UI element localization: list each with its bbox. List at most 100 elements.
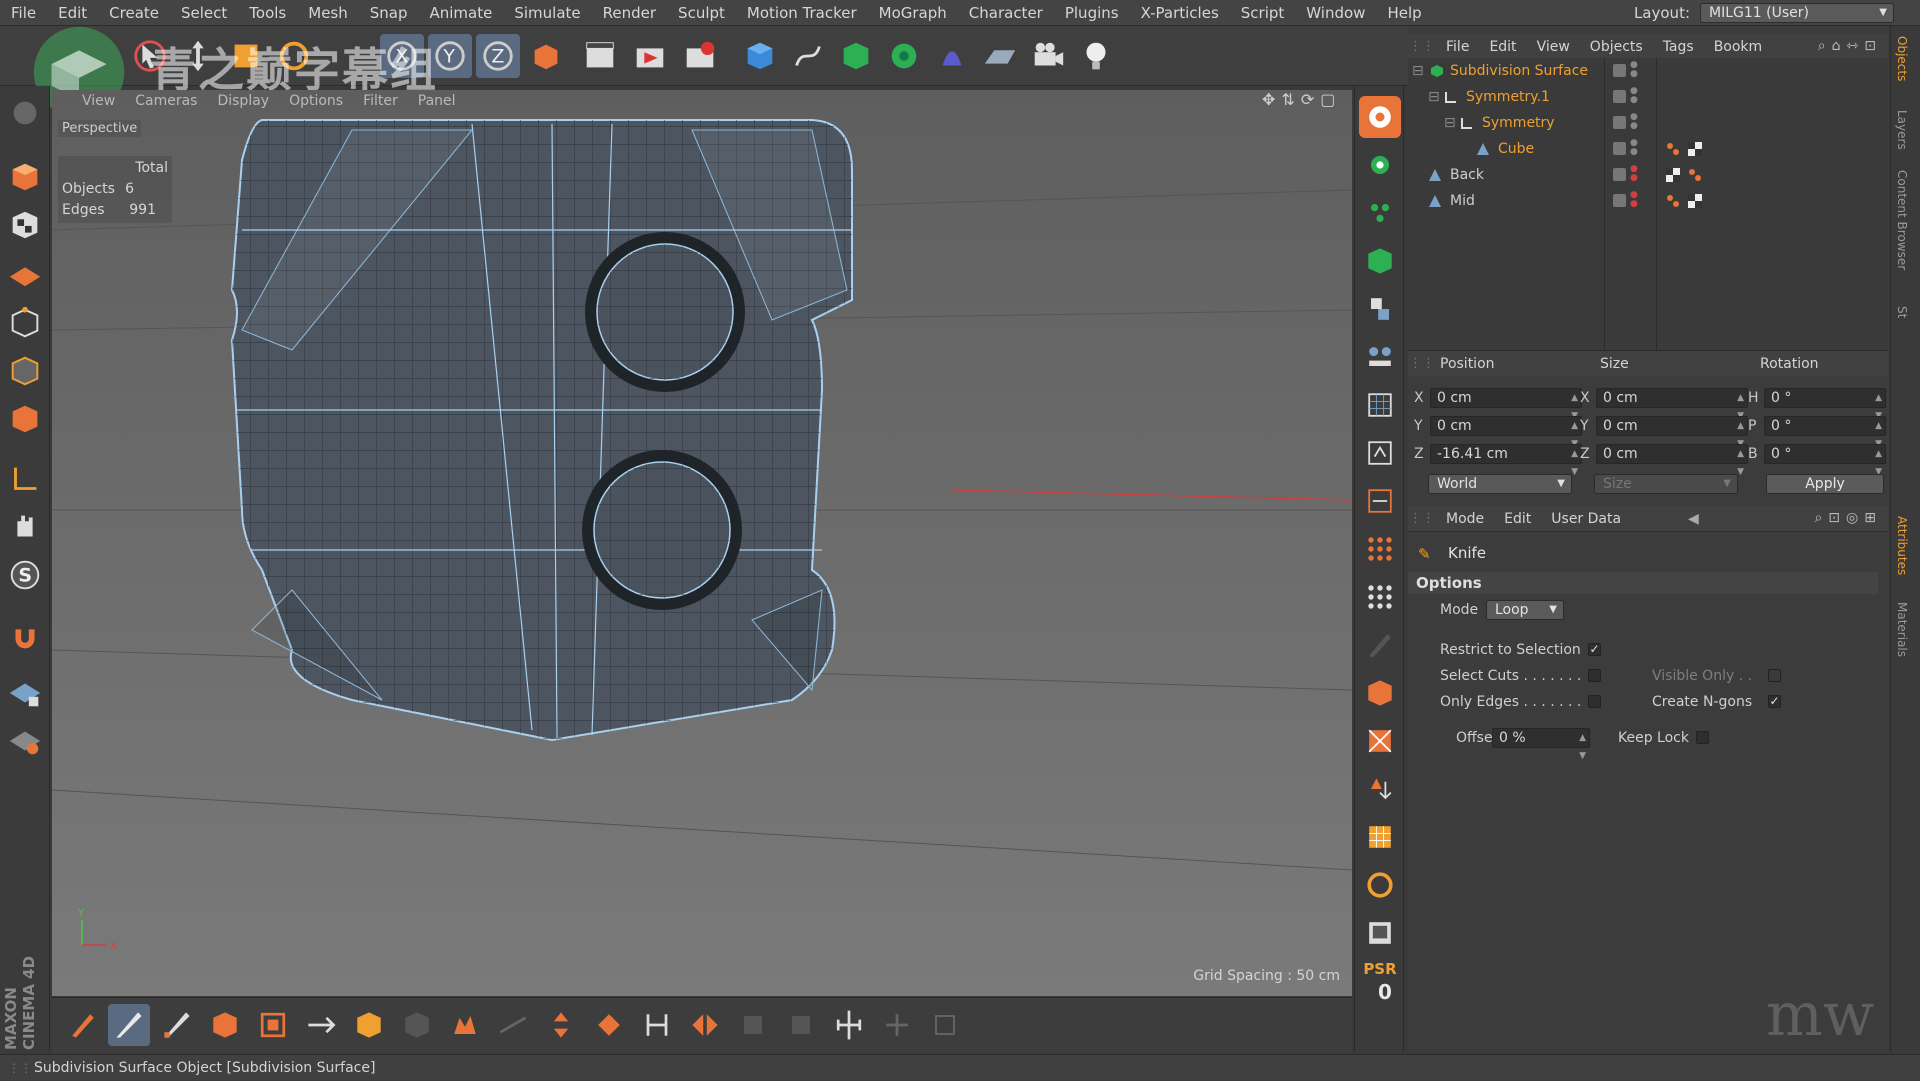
align-normals-button[interactable] (732, 1004, 774, 1046)
viewport-menu-filter[interactable]: Filter (363, 93, 398, 109)
tab-attributes[interactable]: Attributes (1895, 516, 1909, 575)
texture-tag-icon[interactable] (1688, 142, 1702, 156)
attributes-tool-icons[interactable]: ⌕⊡◎⊞ (1814, 510, 1882, 526)
recycle-button[interactable] (1359, 864, 1401, 906)
viewport-menu-panel[interactable]: Panel (418, 93, 456, 109)
object-row-subdivision-surface[interactable]: ⊟ Subdivision Surface ● ● (1408, 58, 1888, 84)
menu-tools[interactable]: Tools (238, 0, 297, 26)
z-axis-lock-button[interactable]: Z (476, 34, 520, 78)
render-visibility-dots[interactable]: ● ● (1630, 139, 1638, 157)
menu-create[interactable]: Create (98, 0, 170, 26)
knife-tool-button[interactable] (108, 1004, 150, 1046)
weld-button[interactable] (540, 1004, 582, 1046)
menu-script[interactable]: Script (1230, 0, 1296, 26)
render-visibility-dots[interactable]: ● ● (1630, 165, 1638, 183)
viewport-menu-cameras[interactable]: Cameras (135, 93, 197, 109)
subdivide-button[interactable] (924, 1004, 966, 1046)
apply-button[interactable]: Apply (1766, 474, 1884, 494)
options-section-header[interactable]: Options (1408, 572, 1878, 594)
menu-motion-tracker[interactable]: Motion Tracker (736, 0, 868, 26)
viewport-menu-display[interactable]: Display (217, 93, 269, 109)
object-row-cube[interactable]: Cube ● ● (1408, 136, 1888, 162)
light-button[interactable] (1074, 34, 1118, 78)
object-row-mid[interactable]: Mid ● ● (1408, 188, 1888, 214)
render-visibility-dots[interactable]: ● ● (1630, 61, 1638, 79)
menu-x-particles[interactable]: X-Particles (1130, 0, 1230, 26)
render-view-button[interactable] (578, 34, 622, 78)
make-editable-button[interactable] (4, 156, 46, 198)
tweak-mode-button[interactable] (4, 506, 46, 548)
knife-mode-select[interactable]: Loop ▼ (1486, 600, 1564, 620)
deformer-button[interactable] (930, 34, 974, 78)
points-mode-button[interactable] (4, 302, 46, 344)
back-arrow-icon[interactable]: ◀ (1688, 511, 1699, 527)
workplane-button[interactable] (4, 252, 46, 294)
size-z-field[interactable]: 0 cm ▲ ▼ (1596, 444, 1748, 477)
polygon-pen-button[interactable] (62, 1004, 104, 1046)
attributes-menu-edit[interactable]: Edit (1494, 511, 1541, 527)
position-x-field[interactable]: 0 cm▲▼ (1430, 388, 1582, 421)
attributes-menu-user-data[interactable]: User Data (1541, 511, 1631, 527)
triangulate-button[interactable] (1359, 768, 1401, 810)
position-y-field[interactable]: 0 cm▲▼ (1430, 416, 1582, 449)
align-tool-button[interactable] (828, 1004, 870, 1046)
visibility-toggle[interactable] (1613, 116, 1626, 129)
collapse-icon[interactable]: ⊟ (1444, 110, 1456, 136)
objects-menu-edit[interactable]: Edit (1479, 39, 1526, 55)
mirror-button[interactable] (684, 1004, 726, 1046)
quantize-button[interactable] (1359, 240, 1401, 282)
objects-menu-file[interactable]: File (1436, 39, 1479, 55)
modelling-axis-button[interactable] (1359, 192, 1401, 234)
bind-button[interactable] (1359, 288, 1401, 330)
slide-button[interactable] (492, 1004, 534, 1046)
texture-tag-icon[interactable] (1688, 194, 1702, 208)
grid-view-button[interactable] (1359, 384, 1401, 426)
menu-window[interactable]: Window (1295, 0, 1376, 26)
polygon-object-button[interactable] (1359, 672, 1401, 714)
take-snapshot-button[interactable] (1359, 912, 1401, 954)
menu-character[interactable]: Character (958, 0, 1054, 26)
3d-viewport[interactable]: Y X (52, 90, 1352, 996)
tab-structure[interactable]: St (1895, 306, 1909, 318)
select-cuts-checkbox[interactable] (1588, 669, 1601, 682)
edges-mode-button[interactable] (4, 350, 46, 392)
stitch-button[interactable] (588, 1004, 630, 1046)
view-texture-button[interactable] (1359, 336, 1401, 378)
snap-button[interactable] (4, 616, 46, 658)
object-row-symmetry[interactable]: ⊟ Symmetry ● ● (1408, 110, 1888, 136)
objects-search-icon[interactable]: ⌕⌂⇿⊡ (1818, 38, 1882, 54)
position-z-field[interactable]: -16.41 cm ▲ ▼ (1430, 444, 1582, 477)
create-ngons-checkbox[interactable]: ✓ (1768, 695, 1781, 708)
menu-animate[interactable]: Animate (419, 0, 504, 26)
knife-mode-button[interactable] (1359, 96, 1401, 138)
visibility-toggle[interactable] (1613, 194, 1626, 207)
reverse-normals-button[interactable] (780, 1004, 822, 1046)
locked-workplane-button[interactable] (4, 672, 46, 714)
loop-cut-button[interactable] (156, 1004, 198, 1046)
set-point-value-button[interactable] (636, 1004, 678, 1046)
subdivision-surface-button[interactable] (834, 34, 878, 78)
planar-workplane-button[interactable] (4, 720, 46, 762)
axis-mode-button[interactable] (4, 458, 46, 500)
tab-objects[interactable]: Objects (1895, 36, 1909, 81)
dot-grid-button[interactable] (1359, 576, 1401, 618)
snap-settings-button[interactable] (1359, 144, 1401, 186)
cloner-button[interactable] (882, 34, 926, 78)
menu-mesh[interactable]: Mesh (297, 0, 359, 26)
visibility-toggle[interactable] (1613, 142, 1626, 155)
extrude-inner-button[interactable] (252, 1004, 294, 1046)
layout-select[interactable]: MILG11 (User) ▼ (1700, 3, 1894, 23)
ruler-button[interactable] (1359, 480, 1401, 522)
bridge-button[interactable] (300, 1004, 342, 1046)
undo-view-button[interactable] (4, 92, 46, 134)
offset-field[interactable]: 0 % ▲ ▼ (1492, 728, 1590, 761)
add-point-button[interactable] (876, 1004, 918, 1046)
render-picture-viewer-button[interactable] (628, 34, 672, 78)
objects-menu-tags[interactable]: Tags (1653, 39, 1704, 55)
menu-simulate[interactable]: Simulate (503, 0, 591, 26)
spinner-icon[interactable]: ▲▼ (1571, 445, 1578, 481)
restrict-to-selection-checkbox[interactable]: ✓ (1588, 643, 1601, 656)
only-edges-checkbox[interactable] (1588, 695, 1601, 708)
visibility-toggle[interactable] (1613, 168, 1626, 181)
menu-sculpt[interactable]: Sculpt (667, 0, 736, 26)
